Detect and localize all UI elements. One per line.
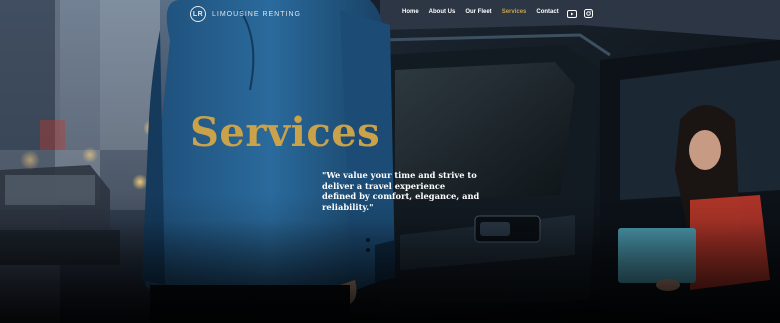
site-header: LR LIMOUSINE RENTING Home About Us Our F…: [0, 0, 780, 28]
page-title: Services: [190, 109, 381, 156]
nav-item-about-us[interactable]: About Us: [429, 9, 456, 15]
nav-item-services[interactable]: Services: [502, 9, 527, 15]
nav-item-our-fleet[interactable]: Our Fleet: [465, 9, 491, 15]
youtube-icon[interactable]: [567, 9, 577, 18]
hero-quote: "We value your time and strive to delive…: [322, 170, 480, 212]
brand-logo[interactable]: LR LIMOUSINE RENTING: [190, 5, 301, 23]
hero-overlay: [0, 0, 780, 323]
nav-item-home[interactable]: Home: [402, 9, 419, 15]
nav-item-contact[interactable]: Contact: [536, 9, 558, 15]
logo-mark: LR: [190, 6, 206, 22]
hero-section: LR LIMOUSINE RENTING Home About Us Our F…: [0, 0, 780, 323]
main-nav: Home About Us Our Fleet Services Contact: [402, 9, 569, 15]
social-links: [567, 9, 593, 18]
brand-name: LIMOUSINE RENTING: [212, 10, 301, 18]
instagram-icon[interactable]: [583, 9, 593, 18]
